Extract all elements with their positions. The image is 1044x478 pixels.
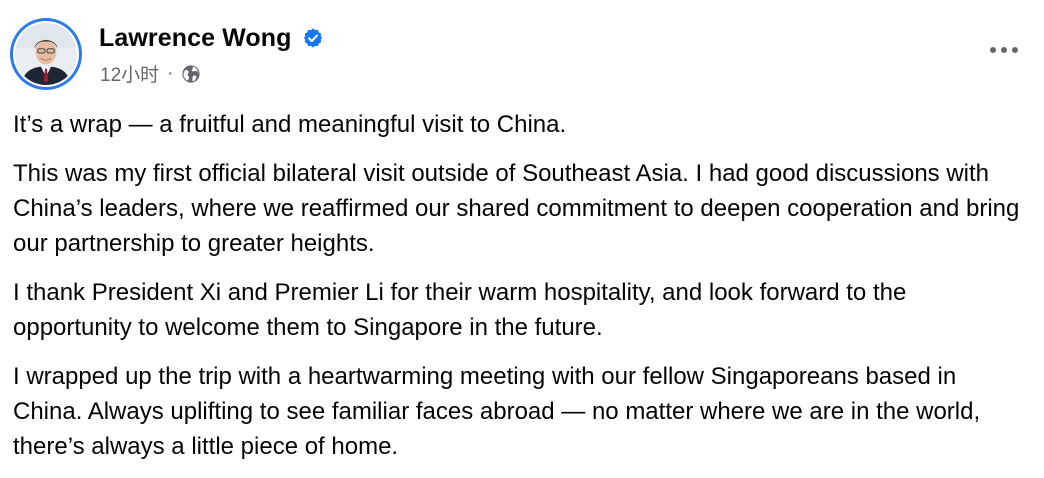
post-paragraph-1: It’s a wrap — a fruitful and meaningful … (13, 111, 567, 138)
post-body: It’s a wrap — a fruitful and meaningful … (13, 107, 1028, 478)
post-timestamp[interactable]: 12小时 (100, 60, 159, 87)
avatar-ring (13, 21, 79, 87)
profile-photo (15, 23, 77, 85)
more-dot (1001, 47, 1007, 53)
verified-badge-icon (302, 27, 324, 49)
post-paragraph-2: This was my first official bilateral vis… (13, 160, 1020, 257)
more-options-icon[interactable] (984, 38, 1024, 62)
post-meta: 12小时 · (100, 60, 201, 87)
author-name[interactable]: Lawrence Wong (99, 24, 292, 53)
post-paragraph-4: I wrapped up the trip with a heartwarmin… (13, 363, 981, 460)
more-dot (990, 47, 996, 53)
more-dot (1012, 47, 1018, 53)
meta-separator: · (167, 62, 174, 84)
avatar[interactable] (10, 18, 82, 90)
author-row: Lawrence Wong (99, 21, 324, 55)
post-paragraph-3: I thank President Xi and Premier Li for … (13, 279, 907, 341)
post-header: Lawrence Wong 12小时 · (0, 0, 1044, 100)
globe-icon[interactable] (181, 64, 201, 84)
